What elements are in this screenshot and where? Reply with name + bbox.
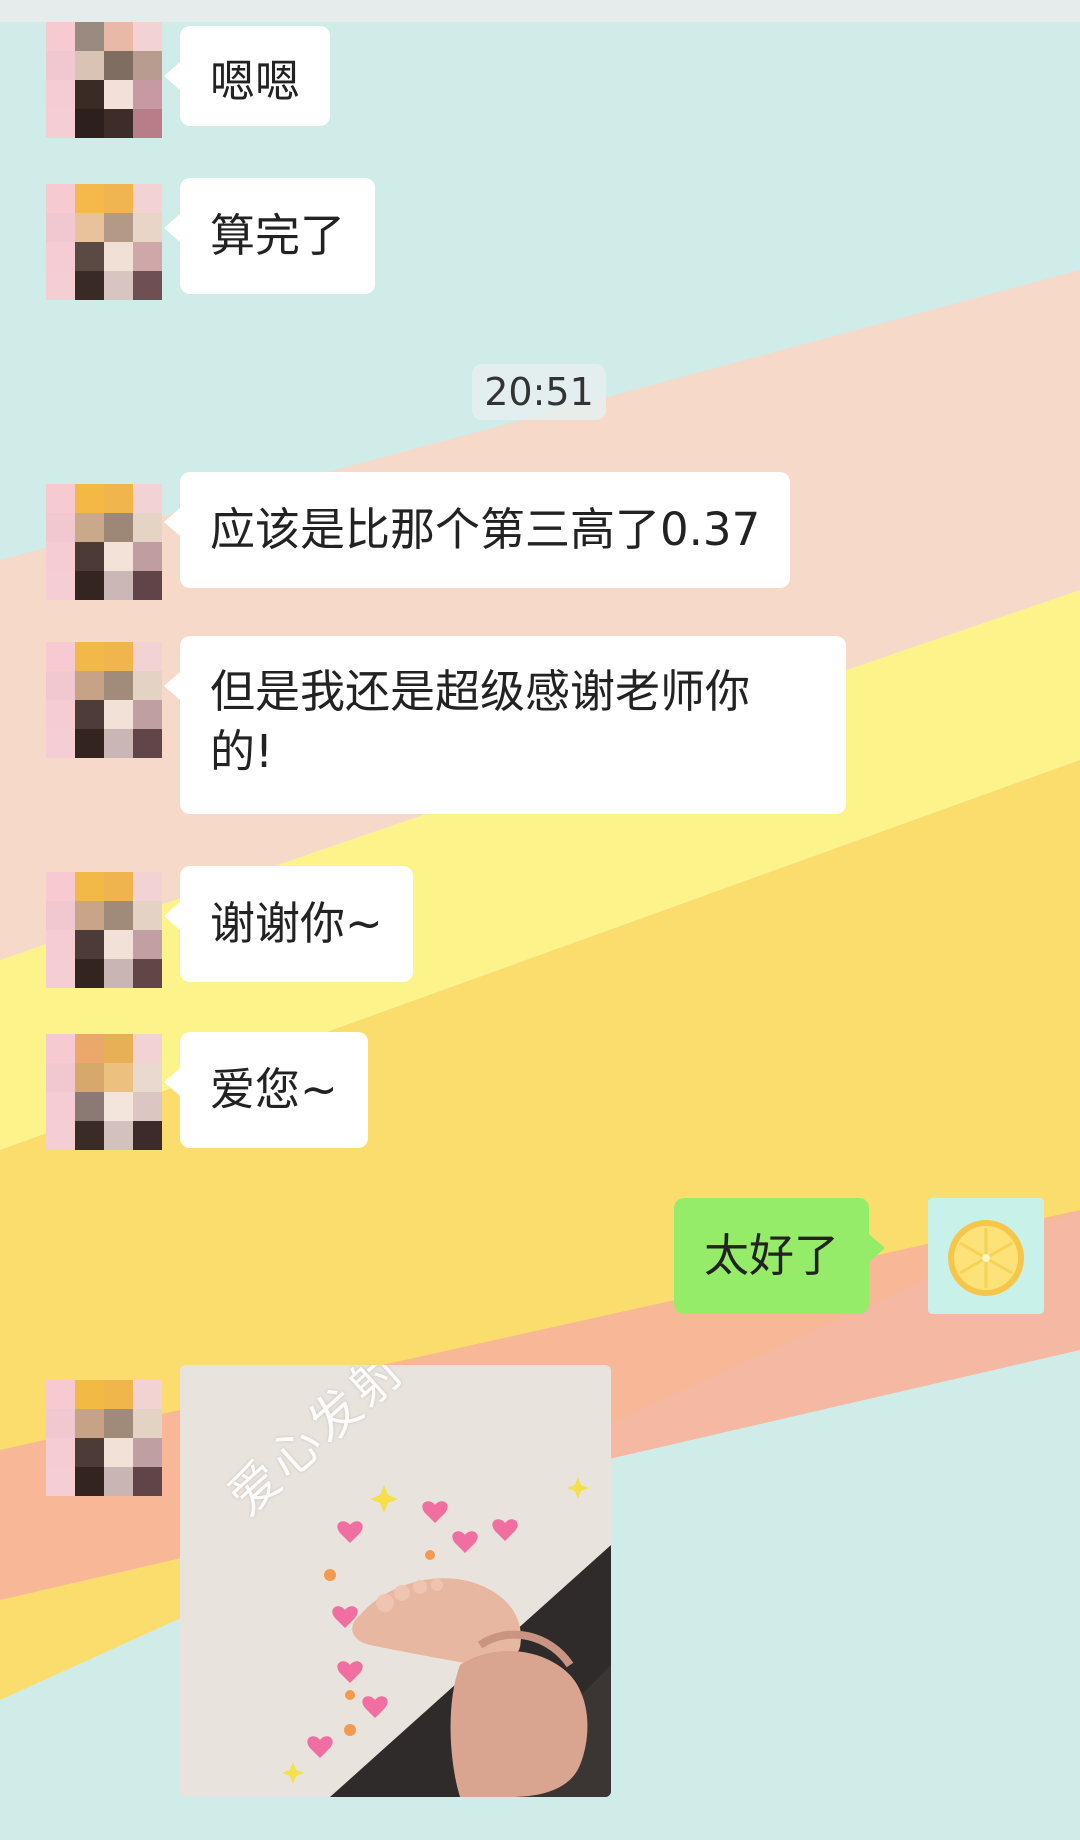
message-bubble[interactable]: 但是我还是超级感谢老师你 的! — [164, 636, 846, 814]
my-message-bubble[interactable]: 太好了 — [674, 1198, 886, 1314]
my-avatar[interactable] — [928, 1198, 1044, 1314]
message-bubble[interactable]: 嗯嗯 — [163, 26, 331, 126]
contact-avatar[interactable] — [46, 1380, 162, 1496]
contact-avatar[interactable] — [46, 22, 162, 138]
status-strip — [0, 0, 1080, 22]
message-bubble[interactable]: 爱您~ — [164, 1032, 368, 1148]
contact-avatar[interactable] — [46, 642, 162, 758]
contact-avatar[interactable] — [46, 872, 162, 988]
contact-avatar[interactable] — [46, 484, 162, 600]
baby-feet-photo — [180, 1365, 611, 1797]
message-timestamp: 20:51 — [472, 364, 606, 420]
orange-slice-icon — [948, 1220, 1024, 1296]
contact-avatar[interactable] — [46, 184, 162, 300]
message-bubble[interactable]: 算完了 — [163, 178, 376, 294]
photo-message[interactable]: 爱心发射 — [180, 1365, 611, 1797]
message-bubble[interactable]: 谢谢你~ — [164, 866, 413, 982]
message-bubble[interactable]: 应该是比那个第三高了0.37 — [163, 472, 791, 588]
contact-avatar[interactable] — [46, 1034, 162, 1150]
